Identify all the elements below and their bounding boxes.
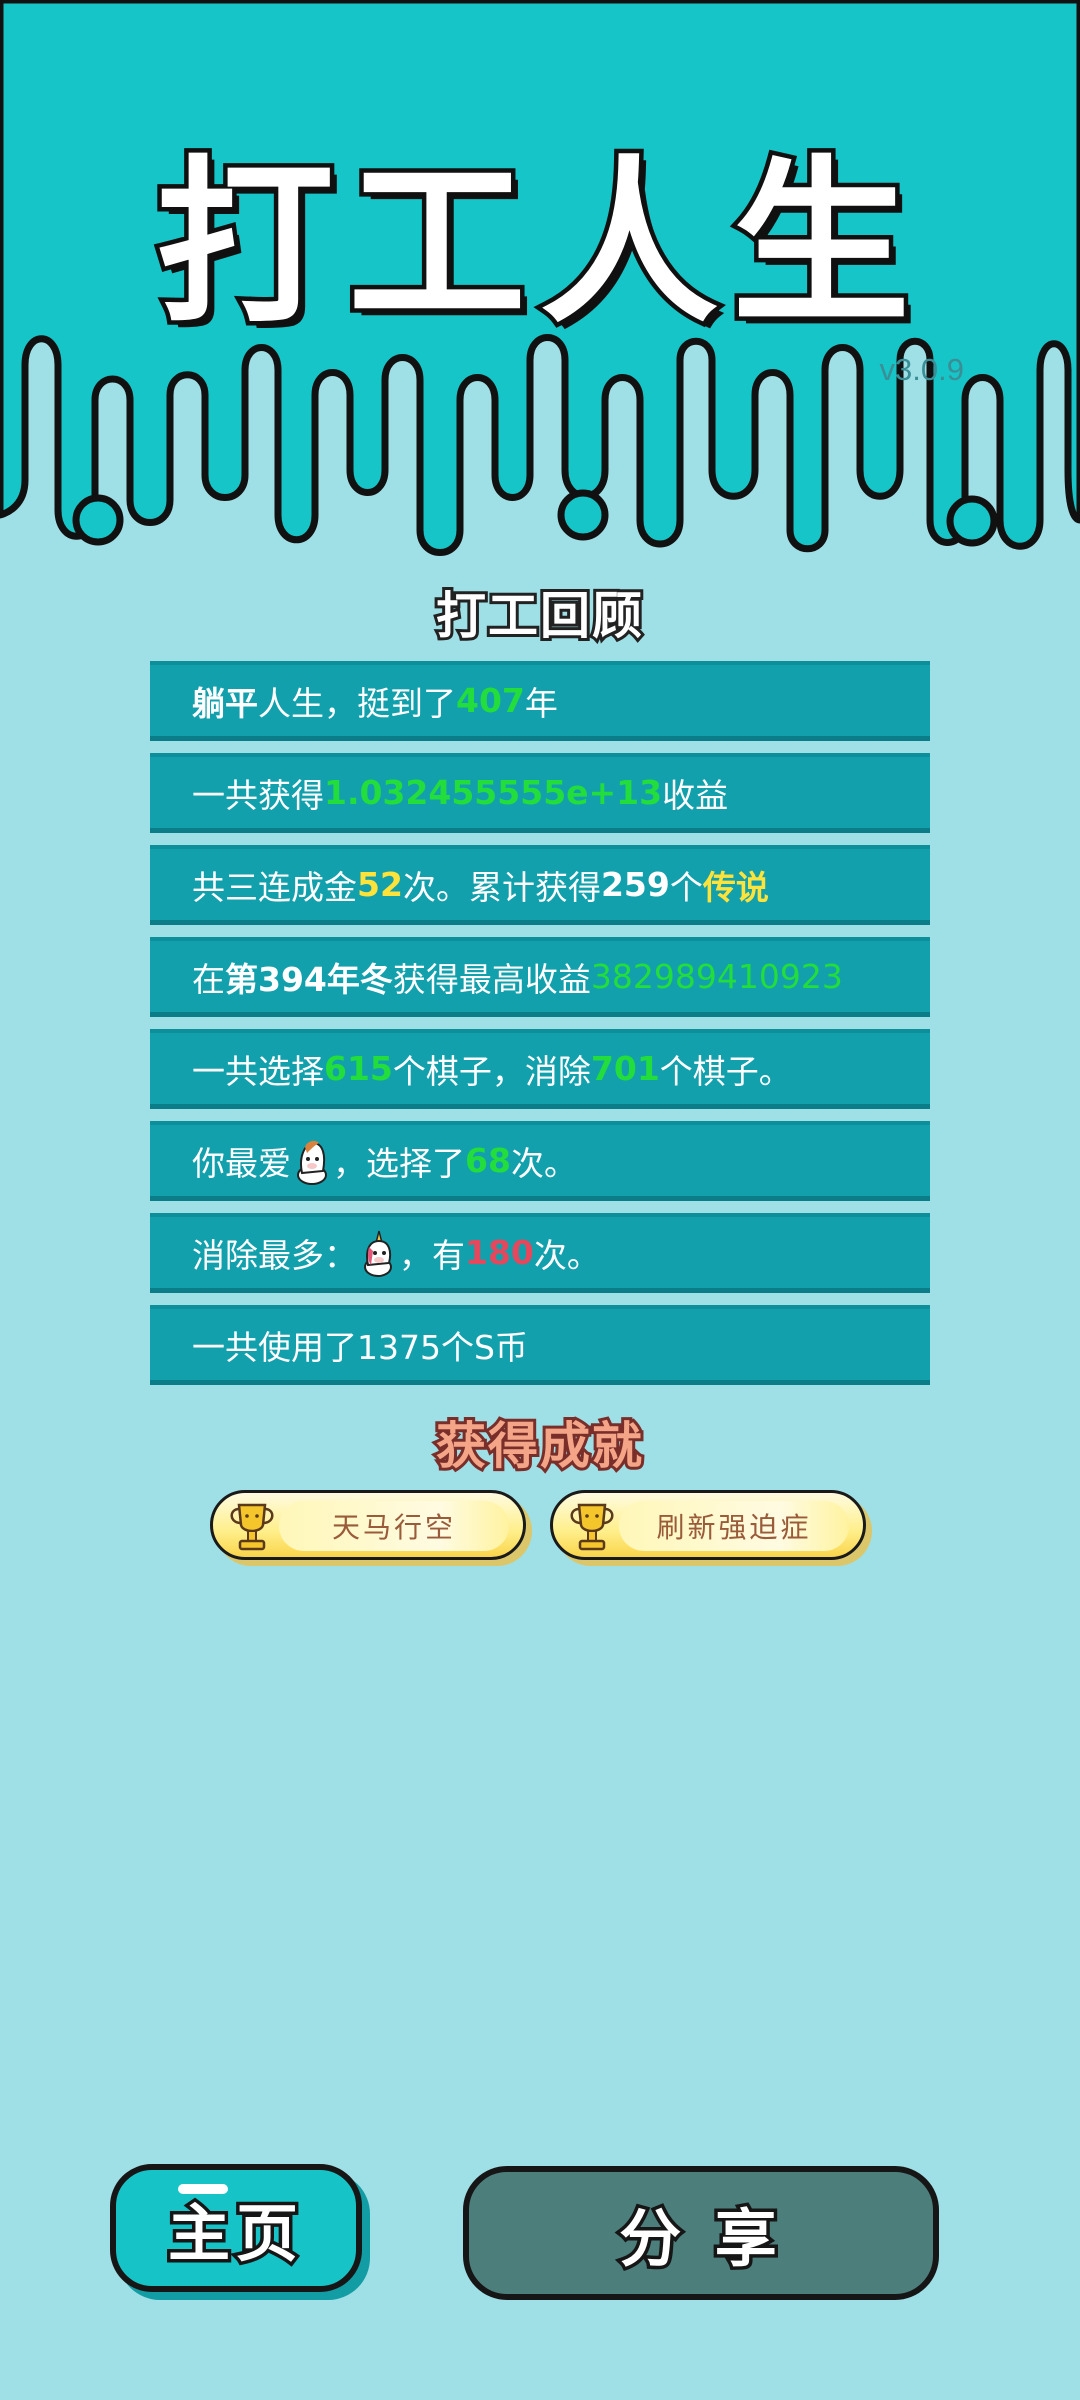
row-text: 个 [669, 867, 703, 907]
share-button[interactable]: 分 享 [463, 2166, 939, 2300]
row-text: 获得最高收益 [392, 959, 591, 999]
header: 打工人生 v3.0.9 [0, 0, 1080, 560]
review-row-gold: 共三连成金 52 次。累计获得 259 个 传说 [150, 845, 930, 925]
version-label: v3.0.9 [879, 352, 964, 387]
row-text: 你最爱 [192, 1143, 291, 1183]
achievement-badge: 天马行空 [210, 1490, 526, 1560]
row-text: ，选择了 [333, 1143, 465, 1183]
row-text: 消除最多： [192, 1235, 357, 1275]
achievements-title: 获得成就 [433, 1414, 645, 1478]
row-text: 在 [192, 959, 225, 999]
review-row-pieces: 一共选择 615 个棋子，消除 701 个棋子。 [150, 1029, 930, 1109]
row-text: 个棋子，消除 [392, 1051, 591, 1091]
row-text: 个棋子。 [659, 1051, 792, 1091]
row-text: 次。累计获得 [402, 867, 601, 907]
trophy-icon [570, 1503, 614, 1551]
row-text: 收益 [662, 775, 729, 815]
row-text: 躺平 [192, 683, 258, 723]
game-title: 打工人生 [152, 136, 924, 352]
review-row-most-removed: 消除最多： ，有 180 次。 [150, 1213, 930, 1293]
row-value: 259 [600, 865, 670, 904]
row-text: 一共使用了1375个S币 [192, 1327, 528, 1367]
row-text: 共三连成金 [192, 867, 357, 907]
review-row-coins: 一共使用了1375个S币 [150, 1305, 930, 1385]
row-value: 615 [324, 1049, 393, 1088]
horse-icon [297, 1140, 327, 1185]
row-text: 次。 [510, 1143, 577, 1183]
row-value: 传说 [702, 867, 769, 907]
row-text: 次。 [533, 1235, 600, 1275]
review-row-income: 一共获得 1.032455555e+13 收益 [150, 753, 930, 833]
row-value: 382989410923 [590, 957, 843, 996]
row-value: 407 [456, 681, 525, 720]
review-row-favorite: 你最爱 ，选择了 68 次。 [150, 1121, 930, 1201]
row-text: 一共选择 [192, 1051, 324, 1091]
review-title: 打工回顾 [433, 584, 645, 648]
row-value: 52 [357, 865, 403, 904]
achievement-label: 天马行空 [279, 1501, 509, 1551]
review-row-max-income: 在 第394年冬 获得最高收益 382989410923 [150, 937, 930, 1017]
row-text: 年 [524, 683, 558, 723]
row-text: 人生，挺到了 [258, 683, 456, 723]
unicorn-icon [364, 1230, 392, 1277]
achievement-label: 刷新强迫症 [619, 1501, 849, 1551]
review-row-years: 躺平 人生，挺到了 407 年 [150, 661, 930, 741]
row-value: 701 [590, 1049, 660, 1088]
row-value: 68 [465, 1141, 511, 1180]
home-button[interactable]: 主页 [110, 2164, 362, 2292]
row-text: ，有 [399, 1235, 465, 1275]
achievement-badge: 刷新强迫症 [550, 1490, 866, 1560]
row-value: 180 [465, 1233, 534, 1272]
review-list: 躺平 人生，挺到了 407 年 一共获得 1.032455555e+13 收益 … [150, 661, 930, 1397]
row-value: 第394年冬 [225, 959, 393, 999]
trophy-icon [230, 1503, 274, 1551]
row-value: 1.032455555e+13 [324, 773, 663, 812]
row-text: 一共获得 [192, 775, 324, 815]
